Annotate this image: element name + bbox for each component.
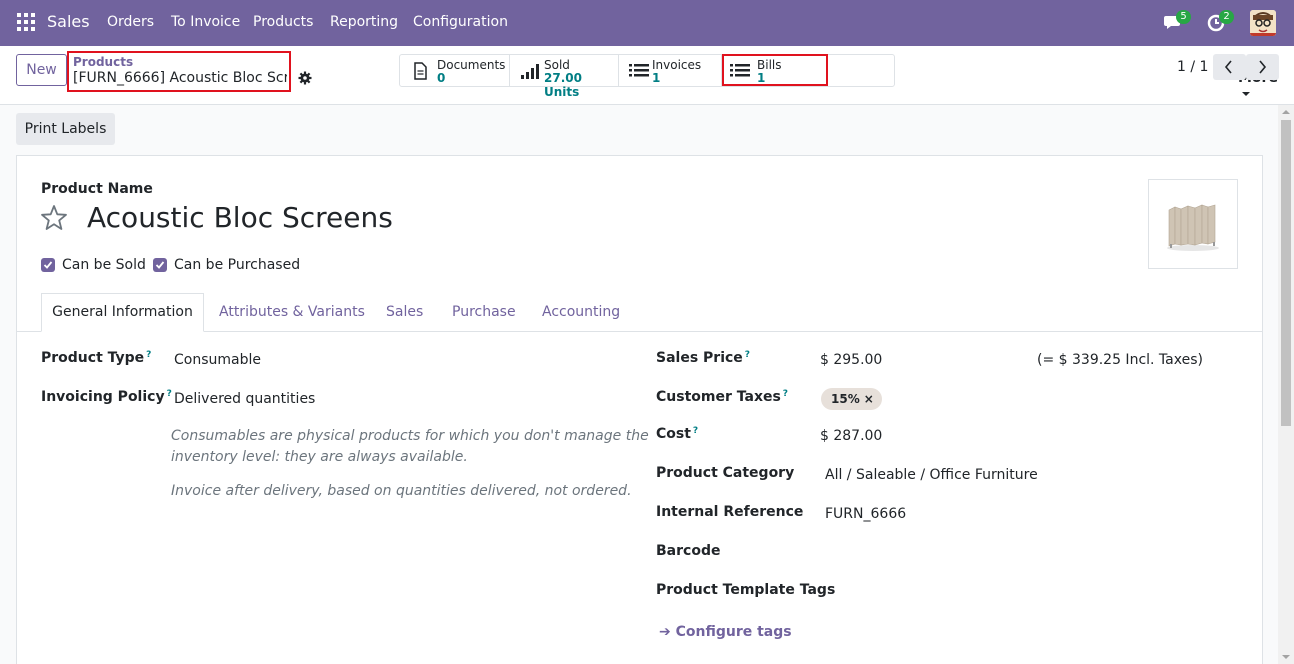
arrow-right-icon: ➔ bbox=[659, 624, 676, 640]
internal-reference-label: Internal Reference bbox=[656, 504, 804, 520]
cost-label-text: Cost bbox=[656, 426, 691, 442]
help-tooltip-icon[interactable]: ? bbox=[783, 389, 788, 399]
menu-configuration[interactable]: Configuration bbox=[413, 14, 508, 30]
barcode-label: Barcode bbox=[656, 543, 721, 559]
control-panel: New Products [FURN_6666] Acoustic Bloc S… bbox=[0, 46, 1294, 105]
scroll-down-icon[interactable] bbox=[1282, 655, 1290, 659]
tab-sales[interactable]: Sales bbox=[386, 304, 423, 320]
list-icon bbox=[629, 64, 649, 77]
product-name-label: Product Name bbox=[41, 181, 153, 197]
acoustic-screen-image bbox=[1167, 204, 1219, 251]
menu-to-invoice[interactable]: To Invoice bbox=[171, 14, 240, 30]
invoices-count: 1 bbox=[652, 71, 661, 85]
pager-value[interactable]: 1 / 1 bbox=[1177, 59, 1208, 75]
scroll-up-icon[interactable] bbox=[1282, 110, 1290, 114]
product-name-field[interactable]: Acoustic Bloc Screens bbox=[87, 201, 393, 234]
print-labels-button[interactable]: Print Labels bbox=[16, 113, 115, 145]
sold-label: Sold bbox=[544, 58, 570, 72]
favorite-star-icon[interactable] bbox=[40, 204, 68, 232]
top-navbar: Sales Orders To Invoice Products Reporti… bbox=[0, 0, 1294, 46]
tab-general-information[interactable]: General Information bbox=[41, 293, 204, 332]
sold-value: 27.00 Units bbox=[544, 71, 582, 99]
user-avatar[interactable] bbox=[1250, 10, 1276, 36]
customer-taxes-label-text: Customer Taxes bbox=[656, 389, 781, 405]
activities-count-badge: 2 bbox=[1219, 10, 1234, 24]
product-category-label: Product Category bbox=[656, 465, 795, 481]
tab-accounting[interactable]: Accounting bbox=[542, 304, 620, 320]
product-type-select[interactable]: Consumable bbox=[174, 352, 261, 368]
cost-field[interactable]: $ 287.00 bbox=[820, 428, 882, 444]
help-tooltip-icon[interactable]: ? bbox=[693, 426, 698, 436]
sold-smart-button[interactable]: Sold 27.00 Units bbox=[510, 55, 619, 99]
remove-tag-icon[interactable]: × bbox=[864, 392, 874, 406]
help-tooltip-icon[interactable]: ? bbox=[745, 350, 750, 360]
configure-tags-label: Configure tags bbox=[675, 624, 792, 640]
product-category-field[interactable]: All / Saleable / Office Furniture bbox=[825, 467, 1038, 483]
menu-orders[interactable]: Orders bbox=[107, 14, 154, 30]
invoicing-policy-label: Invoicing Policy? bbox=[41, 389, 172, 405]
documents-label: Documents bbox=[437, 58, 506, 72]
apps-menu-icon[interactable] bbox=[17, 13, 35, 31]
product-type-label-text: Product Type bbox=[41, 350, 145, 366]
check-icon bbox=[43, 261, 53, 269]
internal-reference-field[interactable]: FURN_6666 bbox=[825, 506, 906, 522]
documents-smart-button[interactable]: Documents 0 bbox=[400, 55, 510, 86]
documents-count: 0 bbox=[437, 71, 446, 85]
chevron-right-icon bbox=[1259, 60, 1267, 74]
menu-products[interactable]: Products bbox=[253, 14, 313, 30]
customer-taxes-label: Customer Taxes? bbox=[656, 389, 788, 405]
sales-price-label-text: Sales Price bbox=[656, 350, 743, 366]
app-name[interactable]: Sales bbox=[47, 12, 90, 31]
product-image[interactable] bbox=[1148, 179, 1238, 269]
can-be-sold-label[interactable]: Can be Sold bbox=[62, 257, 146, 273]
caret-down-icon bbox=[1242, 92, 1250, 96]
new-button[interactable]: New bbox=[16, 54, 67, 86]
invoices-smart-button[interactable]: Invoices 1 bbox=[619, 55, 722, 86]
help-tooltip-icon[interactable]: ? bbox=[146, 350, 151, 360]
help-tooltip-icon[interactable]: ? bbox=[167, 389, 172, 399]
pager-previous-button[interactable] bbox=[1213, 54, 1246, 80]
invoicing-policy-select[interactable]: Delivered quantities bbox=[174, 391, 315, 407]
scrollbar-thumb[interactable] bbox=[1281, 120, 1291, 426]
invoices-label: Invoices bbox=[652, 58, 702, 72]
tab-purchase[interactable]: Purchase bbox=[452, 304, 516, 320]
bills-highlight-frame bbox=[722, 54, 828, 86]
tax-tag-15: 15% × bbox=[821, 388, 882, 410]
breadcrumb-parent-link[interactable]: Products bbox=[73, 55, 133, 69]
product-type-label: Product Type? bbox=[41, 350, 151, 366]
cost-label: Cost? bbox=[656, 426, 698, 442]
invoice-policy-help-text: Invoice after delivery, based on quantit… bbox=[171, 483, 632, 499]
can-be-purchased-checkbox[interactable] bbox=[153, 258, 167, 272]
messages-count-badge: 5 bbox=[1176, 10, 1191, 24]
configure-tags-link[interactable]: ➔ Configure tags bbox=[659, 624, 792, 640]
breadcrumb-current: [FURN_6666] Acoustic Bloc Scre… bbox=[73, 70, 287, 86]
tab-attributes-variants[interactable]: Attributes & Variants bbox=[219, 304, 365, 320]
consumable-help-text-line2: inventory level: they are always availab… bbox=[171, 449, 468, 465]
gear-icon[interactable] bbox=[298, 71, 312, 85]
check-icon bbox=[155, 261, 165, 269]
chevron-left-icon bbox=[1224, 60, 1232, 74]
can-be-purchased-label[interactable]: Can be Purchased bbox=[174, 257, 300, 273]
incl-taxes-text: (= $ 339.25 Incl. Taxes) bbox=[1037, 352, 1203, 368]
can-be-sold-checkbox[interactable] bbox=[41, 258, 55, 272]
file-icon bbox=[414, 62, 427, 80]
invoicing-policy-label-text: Invoicing Policy bbox=[41, 389, 165, 405]
signal-icon bbox=[521, 64, 539, 79]
menu-reporting[interactable]: Reporting bbox=[330, 14, 398, 30]
product-template-tags-label: Product Template Tags bbox=[656, 582, 836, 598]
consumable-help-text-line1: Consumables are physical products for wh… bbox=[171, 428, 649, 444]
sales-price-field[interactable]: $ 295.00 bbox=[820, 352, 882, 368]
tax-tag-label: 15% bbox=[831, 392, 860, 406]
pager-next-button[interactable] bbox=[1246, 54, 1279, 80]
sales-price-label: Sales Price? bbox=[656, 350, 750, 366]
breadcrumb: Products [FURN_6666] Acoustic Bloc Scre… bbox=[67, 51, 291, 92]
